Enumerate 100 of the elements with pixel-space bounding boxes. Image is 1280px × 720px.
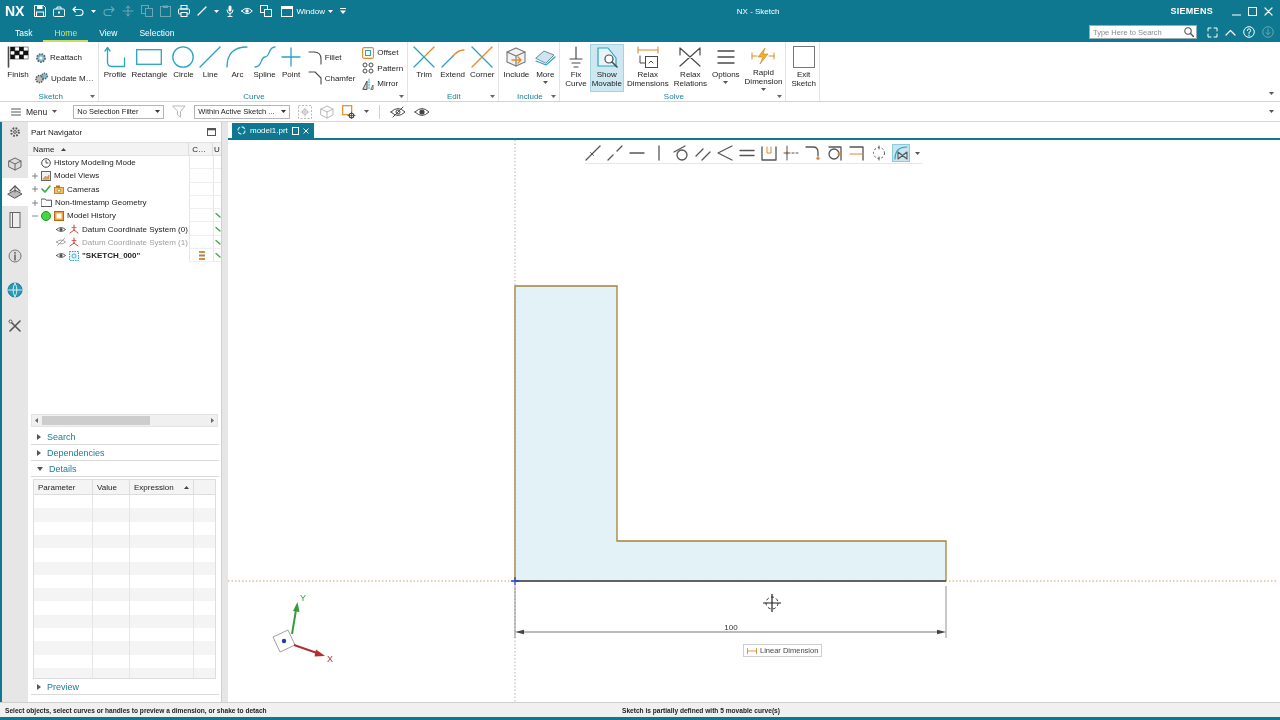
ribbon-button[interactable]: Trim bbox=[411, 44, 438, 92]
ribbon-button[interactable]: Corner bbox=[468, 44, 497, 92]
ribbon-button[interactable]: Show Movable bbox=[589, 44, 624, 92]
ribbon-button[interactable]: Relax Relations bbox=[671, 44, 709, 92]
column-header[interactable]: Value bbox=[93, 480, 130, 494]
bowtie-arc-icon[interactable] bbox=[893, 145, 909, 161]
ribbon-button[interactable]: Offset bbox=[361, 45, 405, 60]
caret-icon[interactable] bbox=[915, 151, 920, 155]
tree-node-label[interactable]: Non-timestamp Geometry bbox=[55, 198, 147, 208]
ribbon-button[interactable]: More bbox=[532, 44, 559, 92]
ribbon-button[interactable]: Reattach bbox=[34, 50, 95, 65]
ribbon-button[interactable]: Fix Curve bbox=[563, 44, 589, 92]
box-hook-icon[interactable] bbox=[849, 145, 865, 161]
scrollbar-thumb[interactable] bbox=[42, 416, 150, 425]
triad-drawing[interactable] bbox=[272, 602, 325, 657]
ribbon-button[interactable]: Profile bbox=[101, 44, 129, 92]
window-menu[interactable]: Window bbox=[281, 3, 333, 19]
chevron-up-icon[interactable] bbox=[1225, 28, 1236, 36]
angle-lines-icon[interactable] bbox=[717, 145, 733, 161]
ribbon-button[interactable]: Pattern bbox=[361, 61, 405, 75]
main-menu-button[interactable]: Menu bbox=[11, 106, 58, 117]
column-header[interactable]: Expression bbox=[130, 480, 194, 494]
expand-icon[interactable] bbox=[32, 199, 38, 206]
ribbon-button[interactable]: Mirror bbox=[361, 76, 405, 91]
caret-icon[interactable] bbox=[52, 110, 58, 113]
search-icon[interactable] bbox=[1184, 27, 1194, 37]
help-icon[interactable] bbox=[1243, 26, 1255, 38]
printer-icon[interactable] bbox=[178, 5, 191, 17]
dropdown-arrow-icon[interactable] bbox=[339, 8, 346, 14]
ribbon-button[interactable]: Options bbox=[710, 44, 742, 92]
caret-icon[interactable] bbox=[777, 95, 783, 98]
ribbon-button[interactable]: Include bbox=[501, 44, 532, 92]
eye-slash-icon[interactable] bbox=[390, 105, 407, 118]
expand-icon[interactable] bbox=[32, 186, 38, 193]
ribbon-tab[interactable]: View bbox=[88, 22, 129, 42]
dashed-slash-icon[interactable] bbox=[607, 145, 623, 161]
undo-icon[interactable] bbox=[72, 6, 85, 16]
expand-icon[interactable] bbox=[32, 172, 38, 179]
ribbon-button[interactable]: Circle bbox=[170, 44, 197, 92]
section-header[interactable]: Preview bbox=[31, 679, 219, 695]
ribbon-button[interactable]: Finish bbox=[5, 44, 31, 92]
ribbon-tab[interactable]: Task bbox=[4, 22, 44, 42]
caret-icon[interactable] bbox=[1269, 110, 1274, 113]
column-header[interactable]: Name bbox=[28, 143, 190, 155]
column-header[interactable]: C… bbox=[189, 143, 214, 155]
tree-node-label[interactable]: Datum Coordinate System (0) bbox=[82, 224, 188, 234]
briefcase-icon[interactable] bbox=[53, 5, 66, 17]
section-header[interactable]: Dependencies bbox=[31, 445, 219, 461]
ribbon-tab[interactable]: Selection bbox=[128, 22, 186, 42]
caret-icon[interactable] bbox=[542, 81, 548, 84]
circle-tangent-icon[interactable] bbox=[673, 145, 689, 161]
column-header[interactable]: Parameter bbox=[34, 480, 93, 494]
dotted-line-point-icon[interactable] bbox=[783, 145, 799, 161]
document-tab[interactable]: model1.prt bbox=[232, 123, 314, 138]
caret-icon[interactable] bbox=[89, 95, 95, 98]
ribbon-button[interactable]: Rapid Dimension bbox=[742, 44, 785, 92]
bracket-box-icon[interactable] bbox=[761, 145, 777, 161]
circle-hook-icon[interactable] bbox=[827, 145, 843, 161]
scroll-left-icon[interactable] bbox=[35, 418, 38, 423]
tree-node-label[interactable]: "SKETCH_000" bbox=[82, 251, 141, 261]
ribbon-button[interactable]: Exit Sketch bbox=[789, 44, 818, 92]
caret-icon[interactable] bbox=[281, 110, 287, 113]
close-icon[interactable] bbox=[302, 127, 309, 134]
horizontal-scrollbar[interactable] bbox=[31, 414, 218, 427]
slash-cross-icon[interactable] bbox=[585, 145, 601, 161]
hook-corner-icon[interactable] bbox=[805, 145, 821, 161]
tree-node-label[interactable]: Model History bbox=[67, 211, 116, 221]
caret-icon[interactable] bbox=[399, 95, 405, 98]
eye-icon[interactable] bbox=[414, 106, 431, 117]
caret-icon[interactable] bbox=[723, 81, 729, 84]
slash-line-icon[interactable] bbox=[197, 6, 208, 16]
ribbon-button[interactable]: Arc bbox=[224, 44, 251, 92]
restore-icon[interactable] bbox=[291, 126, 299, 135]
caret-icon[interactable] bbox=[1269, 92, 1274, 95]
maximize-icon[interactable] bbox=[207, 128, 216, 136]
close-icon[interactable] bbox=[1264, 6, 1273, 16]
ribbon-button[interactable]: Spline bbox=[251, 44, 278, 92]
caret-icon[interactable] bbox=[551, 95, 557, 98]
ribbon-button[interactable]: Relax Dimensions bbox=[624, 44, 671, 92]
fullscreen-icon[interactable] bbox=[1207, 26, 1218, 38]
ribbon-button[interactable]: Update M… bbox=[34, 71, 95, 86]
square-point-icon[interactable] bbox=[342, 104, 357, 119]
caret-icon[interactable] bbox=[364, 110, 370, 113]
caret-icon[interactable] bbox=[155, 110, 161, 113]
ribbon-button[interactable]: Line bbox=[197, 44, 224, 92]
caret-icon[interactable] bbox=[761, 88, 766, 91]
resource-bar-tab[interactable] bbox=[2, 178, 28, 206]
overlapping-windows-icon[interactable] bbox=[260, 5, 273, 17]
section-header[interactable]: Search bbox=[31, 429, 219, 445]
ribbon-button[interactable]: Fillet bbox=[306, 50, 357, 65]
ribbon-button[interactable]: Extend bbox=[438, 44, 468, 92]
eye-icon[interactable] bbox=[56, 225, 66, 233]
caret-icon[interactable] bbox=[489, 95, 495, 98]
tree-node-label[interactable]: Cameras bbox=[67, 184, 100, 194]
ribbon-button[interactable]: Point bbox=[278, 44, 304, 92]
column-header[interactable]: U bbox=[213, 143, 221, 155]
eye-icon[interactable] bbox=[56, 252, 66, 260]
microphone-icon[interactable] bbox=[226, 5, 235, 17]
dashed-circle-icon[interactable] bbox=[871, 145, 887, 161]
scroll-right-icon[interactable] bbox=[211, 418, 214, 423]
